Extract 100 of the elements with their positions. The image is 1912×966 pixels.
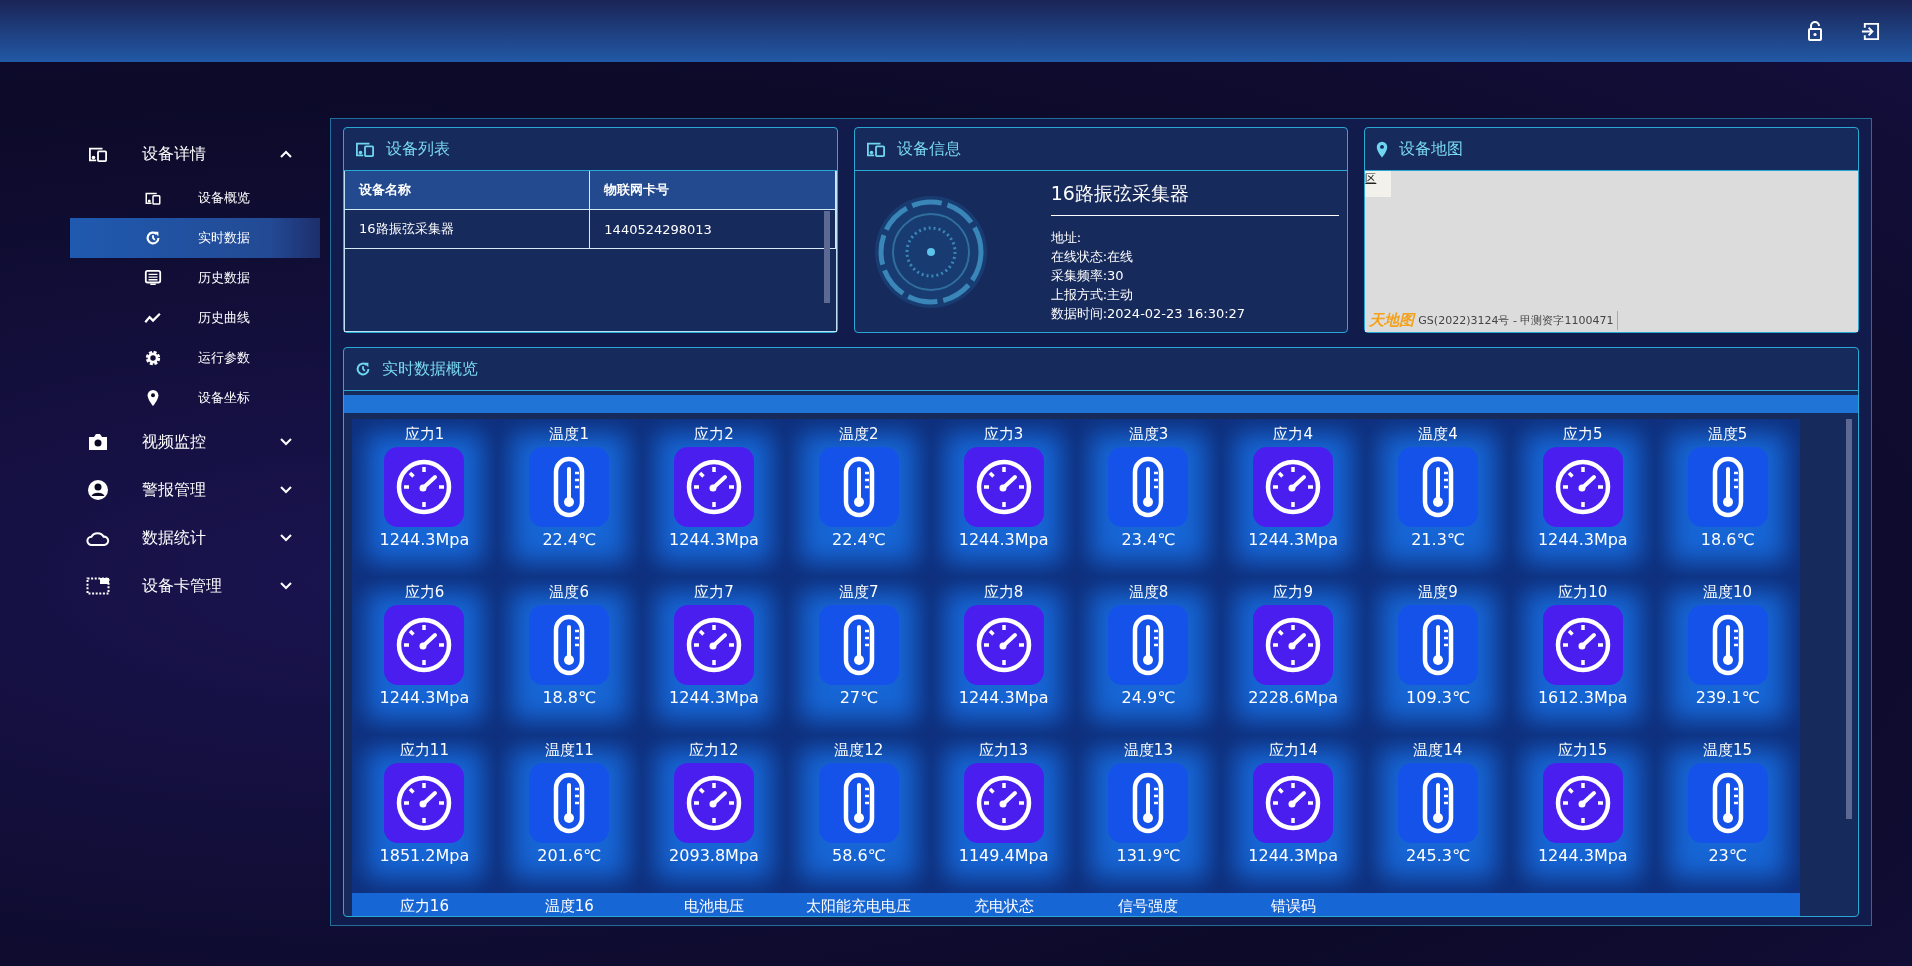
- submenu-item[interactable]: 设备坐标: [70, 378, 320, 418]
- thermometer-icon: [1687, 605, 1768, 685]
- thermometer-icon: [1108, 447, 1189, 527]
- sensor-value: 1244.3Mpa: [379, 688, 470, 707]
- device-icon: [86, 145, 110, 163]
- gauge-icon: [963, 447, 1044, 527]
- sensor-value: 27℃: [839, 688, 878, 707]
- location-pin-icon: [1375, 139, 1390, 159]
- cloud-icon: [86, 529, 110, 547]
- sensor-value: 1612.3Mpa: [1537, 688, 1628, 707]
- sensor-label: 温度8: [1128, 583, 1169, 602]
- sensor-label: 应力5: [1563, 425, 1603, 444]
- gauge-icon: [384, 605, 465, 685]
- thermometer-icon: [1398, 605, 1478, 685]
- submenu-item[interactable]: 历史曲线: [70, 298, 320, 338]
- menu-item[interactable]: 设备详情: [0, 130, 330, 178]
- sensor-value: 1244.3Mpa: [1248, 846, 1339, 865]
- sensor-label: 温度7: [839, 583, 879, 602]
- gauge-icon: [674, 763, 754, 843]
- thermometer-icon: [818, 447, 899, 527]
- sensor-label: 应力6: [404, 583, 445, 602]
- sensor-label: 温度4: [1418, 425, 1458, 444]
- map-area[interactable]: 区 天地图 GS(2022)3124号 - 甲测资字1100471: [1365, 171, 1858, 332]
- settings-icon: [144, 349, 162, 367]
- sensor-label: 应力15: [1558, 741, 1608, 760]
- user-icon: [86, 479, 110, 501]
- sensor-value: 23.4℃: [1121, 530, 1176, 549]
- panel-title: 设备信息: [896, 138, 961, 160]
- sensor-label: 应力2: [694, 425, 734, 444]
- card-icon: [86, 577, 110, 595]
- sensor-label: 温度6: [549, 583, 589, 602]
- column-header: 设备名称: [345, 171, 591, 209]
- sensor-value: 18.6℃: [1700, 530, 1755, 549]
- sensor-label: 温度1: [549, 425, 589, 444]
- sensor-label: 应力3: [983, 425, 1024, 444]
- info-line: 采集频率:30: [1050, 266, 1125, 285]
- sensor-label: 应力1: [404, 425, 445, 444]
- map-attribution: GS(2022)3124号 - 甲测资字1100471: [1418, 313, 1614, 328]
- trend-line-icon: [144, 312, 162, 324]
- menu-item[interactable]: 数据统计: [0, 514, 330, 562]
- sensor-label: 温度13: [1123, 741, 1173, 760]
- sensor-value: 23℃: [1708, 846, 1747, 865]
- gauge-icon: [963, 763, 1044, 843]
- info-line: 上报方式:主动: [1050, 285, 1135, 304]
- thermometer-icon: [818, 605, 899, 685]
- sensor-label: 应力10: [1558, 583, 1608, 602]
- thermometer-icon: [1108, 763, 1189, 843]
- menu-item[interactable]: 设备卡管理: [0, 562, 330, 610]
- thermometer-icon: [1398, 447, 1478, 527]
- sensor-label: 应力9: [1273, 583, 1313, 602]
- gauge-icon: [1542, 605, 1623, 685]
- gauge-icon: [963, 605, 1044, 685]
- sensor-value: 21.3℃: [1411, 530, 1465, 549]
- gauge-icon: [384, 447, 465, 527]
- submenu-item[interactable]: 设备概览: [70, 178, 320, 218]
- sensor-value: 1244.3Mpa: [669, 688, 759, 707]
- submenu-item[interactable]: 历史数据: [70, 258, 320, 298]
- thermometer-icon: [529, 605, 610, 685]
- list-icon: [144, 269, 162, 287]
- sensor-label: 温度3: [1128, 425, 1169, 444]
- sensor-label: 温度5: [1707, 425, 1748, 444]
- sensor-value: 22.4℃: [832, 530, 886, 549]
- thermometer-icon: [529, 447, 610, 527]
- table-cell: 16路振弦采集器: [345, 210, 591, 248]
- gauge-icon: [384, 763, 465, 843]
- sensor-value: 131.9℃: [1116, 846, 1181, 865]
- sensor-label: 应力14: [1268, 741, 1318, 760]
- menu-item[interactable]: 警报管理: [0, 466, 330, 514]
- thermometer-icon: [529, 763, 610, 843]
- sensor-value: 2093.8Mpa: [669, 846, 759, 865]
- sensor-value: 1244.3Mpa: [379, 530, 470, 549]
- scrollbar[interactable]: [1846, 419, 1852, 819]
- lock-icon[interactable]: [1807, 21, 1823, 41]
- refresh-icon: [144, 229, 162, 247]
- gauge-icon: [674, 605, 754, 685]
- device-icon: [864, 140, 887, 158]
- sensor-label: 应力8: [983, 583, 1024, 602]
- submenu-item[interactable]: 运行参数: [70, 338, 320, 378]
- sensor-label: 电池电压: [684, 897, 744, 916]
- sensor-label: 应力12: [689, 741, 739, 760]
- sensor-label: 应力7: [694, 583, 734, 602]
- sensor-value: 1149.4Mpa: [958, 846, 1049, 865]
- sensor-label: 温度11: [544, 741, 594, 760]
- scrollbar[interactable]: [823, 211, 830, 303]
- sensor-value: 58.6℃: [832, 846, 886, 865]
- menu-item[interactable]: 视频监控: [0, 418, 330, 466]
- sensor-label: 温度10: [1703, 583, 1753, 602]
- gauge-icon: [1542, 763, 1623, 843]
- sensor-value: 245.3℃: [1406, 846, 1470, 865]
- info-line: 地址:: [1050, 228, 1083, 247]
- submenu-item[interactable]: 实时数据: [70, 218, 320, 258]
- info-line: 在线状态:在线: [1050, 247, 1135, 266]
- sensor-value: 24.9℃: [1121, 688, 1176, 707]
- sensor-value: 1244.3Mpa: [958, 688, 1049, 707]
- device-icon: [354, 140, 376, 158]
- info-line: 数据时间:2024-02-23 16:30:27: [1050, 304, 1247, 323]
- thermometer-icon: [818, 763, 899, 843]
- sensor-value: 1244.3Mpa: [958, 530, 1049, 549]
- column-header: 物联网卡号: [590, 171, 836, 209]
- logout-icon[interactable]: [1861, 21, 1880, 41]
